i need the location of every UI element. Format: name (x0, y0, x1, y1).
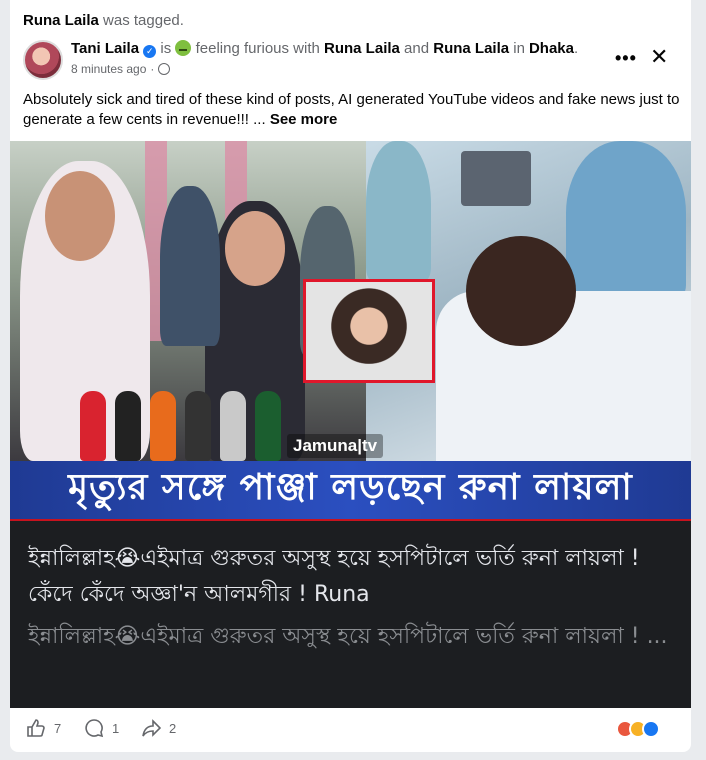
microphone (220, 391, 246, 461)
post-header: Tani Laila ✓ is feeling furious with Run… (71, 40, 578, 58)
avatar[interactable] (23, 40, 63, 80)
post-text: Absolutely sick and tired of these kind … (23, 90, 683, 130)
doctor-figure (366, 141, 431, 281)
headline-banner: মৃত্যুর সঙ্গে পাঞ্জা লড়ছেন রুনা লায়লা (10, 461, 691, 519)
bystander-figure (160, 186, 220, 346)
nurse-figure (566, 141, 686, 301)
microphone (115, 391, 141, 461)
microphone (80, 391, 106, 461)
video-description: ইন্নালিল্লাহ😭এইমাত্র গুরুতর অসুস্থ হয়ে … (28, 624, 668, 649)
furious-emoji-icon (175, 40, 192, 56)
banner-divider (10, 519, 691, 521)
author-name[interactable]: Tani Laila (71, 40, 139, 57)
microphone (185, 391, 211, 461)
like-button[interactable]: 7 (26, 718, 61, 738)
reaction-summary[interactable] (616, 720, 660, 738)
period: . (574, 40, 579, 57)
share-button[interactable]: 2 (141, 718, 176, 738)
timestamp[interactable]: 8 minutes ago (71, 62, 146, 76)
in-text: in (513, 40, 525, 57)
patient-figure (466, 236, 576, 346)
feeling-text: feeling furious with (195, 40, 320, 57)
speaker-head (45, 171, 115, 261)
see-more-link[interactable]: See more (270, 111, 338, 128)
inset-portrait (303, 279, 435, 383)
post-meta: 8 minutes ago · (71, 62, 171, 76)
post-footer: 7 1 2 (10, 708, 691, 752)
tagged-line: Runa Laila was tagged. (23, 12, 184, 29)
like-reaction-icon (642, 720, 660, 738)
tagged-user-1[interactable]: Runa Laila (324, 40, 400, 57)
tagged-name[interactable]: Runa Laila (23, 12, 99, 29)
tagged-suffix: was tagged. (103, 12, 184, 29)
more-options-button[interactable]: ••• (615, 48, 637, 69)
like-count: 7 (54, 720, 62, 736)
comment-count: 1 (112, 720, 120, 736)
globe-icon[interactable] (158, 63, 171, 75)
close-button[interactable]: ✕ (650, 44, 668, 70)
channel-logo: Jamuna|tv (287, 434, 384, 458)
and-text: and (404, 40, 430, 57)
is-text: is (160, 40, 172, 57)
location-link[interactable]: Dhaka (529, 40, 574, 57)
monitor (461, 151, 531, 206)
tagged-user-2[interactable]: Runa Laila (433, 40, 509, 57)
meta-separator: · (150, 62, 155, 76)
microphones (80, 371, 320, 461)
video-thumbnail[interactable]: Jamuna|tv মৃত্যুর সঙ্গে পাঞ্জা লড়ছেন রু… (10, 141, 691, 521)
video-title[interactable]: ইন্নালিল্লাহ😭এইমাত্র গুরুতর অসুস্থ হয়ে … (28, 541, 678, 613)
woman-head (225, 211, 285, 286)
post-card: Runa Laila was tagged. Tani Laila ✓ is f… (10, 0, 691, 752)
post-body: Absolutely sick and tired of these kind … (23, 91, 680, 128)
comment-button[interactable]: 1 (84, 718, 119, 738)
post-media[interactable]: Jamuna|tv মৃত্যুর সঙ্গে পাঞ্জা লড়ছেন রু… (10, 141, 691, 708)
share-icon (142, 719, 161, 737)
comment-icon (85, 719, 104, 738)
microphone (150, 391, 176, 461)
thumbs-up-icon (27, 719, 45, 737)
verified-badge-icon: ✓ (143, 45, 157, 58)
microphone (255, 391, 281, 461)
share-count: 2 (169, 720, 177, 736)
